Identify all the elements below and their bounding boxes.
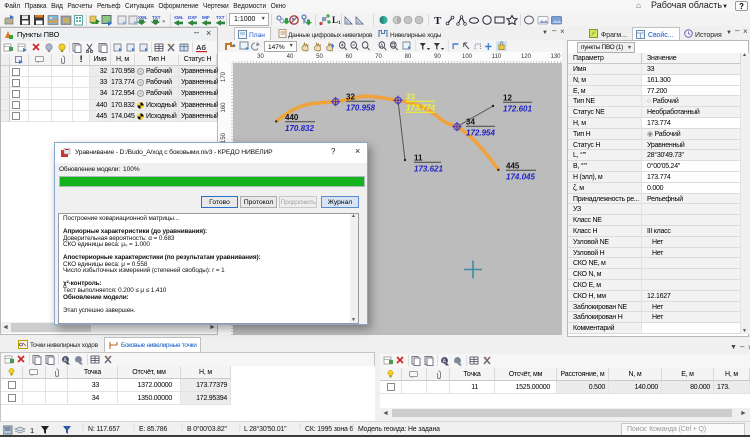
svg-text:170.832: 170.832: [285, 124, 314, 133]
svg-text:»: »: [162, 19, 166, 25]
svg-text:60: 60: [346, 54, 353, 60]
svg-text:TXT: TXT: [152, 15, 161, 20]
svg-text:170: 170: [221, 71, 227, 82]
svg-text:40: 40: [287, 54, 294, 60]
svg-text:445: 445: [506, 162, 520, 171]
svg-text:XML: XML: [138, 15, 148, 20]
svg-text:174.045: 174.045: [506, 173, 535, 182]
svg-text:172.601: 172.601: [503, 105, 532, 114]
svg-text:T: T: [434, 15, 442, 26]
svg-text:170.958: 170.958: [346, 104, 375, 113]
svg-text:70: 70: [375, 54, 382, 60]
svg-text:100: 100: [462, 54, 473, 60]
svg-text:30: 30: [257, 54, 264, 60]
svg-text:L1: L1: [332, 15, 341, 26]
svg-text:173.621: 173.621: [414, 165, 443, 174]
svg-text:33: 33: [406, 93, 415, 102]
svg-text:80: 80: [405, 54, 412, 60]
svg-text:90: 90: [434, 54, 441, 60]
svg-text:MIF: MIF: [202, 15, 210, 20]
svg-text:34: 34: [466, 118, 475, 127]
svg-text:172.954: 172.954: [466, 129, 495, 138]
svg-text:130: 130: [550, 54, 561, 60]
svg-text:DXF: DXF: [188, 15, 197, 20]
svg-text:A: A: [380, 43, 384, 49]
svg-text:110: 110: [492, 54, 502, 60]
svg-text:160: 160: [221, 102, 227, 113]
svg-text:Аб: Аб: [196, 43, 206, 52]
svg-text:440: 440: [285, 113, 299, 122]
svg-text:XML: XML: [174, 15, 184, 20]
svg-text:120: 120: [521, 54, 532, 60]
svg-text:TXT: TXT: [216, 15, 225, 20]
svg-text:11: 11: [414, 154, 423, 163]
svg-text:173.774: 173.774: [406, 104, 435, 113]
svg-text:32: 32: [346, 93, 355, 102]
svg-text:12: 12: [503, 94, 512, 103]
svg-text:1: 1: [30, 426, 34, 435]
svg-text:50: 50: [316, 54, 323, 60]
